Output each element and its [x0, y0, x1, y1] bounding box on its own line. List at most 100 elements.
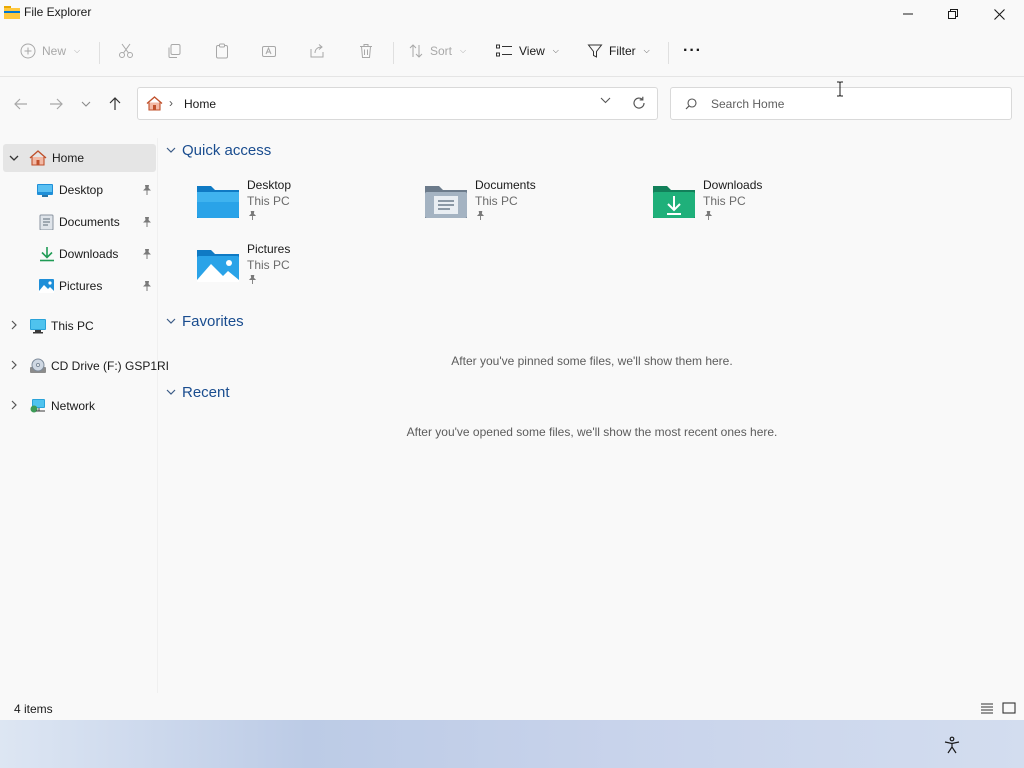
paste-icon — [216, 43, 228, 59]
quick-access-item-downloads[interactable]: Downloads This PC — [616, 174, 836, 230]
sidebar-item-documents[interactable]: Documents — [3, 208, 156, 236]
sidebar-item-cd-drive[interactable]: CD Drive (F:) GSP1RI — [3, 352, 169, 380]
title-bar: File Explorer — [0, 0, 1024, 28]
pictures-folder-icon — [197, 250, 239, 282]
delete-icon — [360, 44, 372, 58]
new-plus-icon — [20, 43, 36, 59]
view-button[interactable]: View ⌵ — [496, 38, 559, 64]
favorites-header[interactable]: Favorites — [166, 313, 244, 330]
share-button[interactable] — [309, 38, 325, 64]
sidebar-item-pictures[interactable]: Pictures — [3, 272, 156, 300]
sort-button-label: Sort — [430, 44, 453, 58]
recent-locations-button[interactable] — [74, 92, 98, 116]
accessibility-icon[interactable] — [943, 736, 961, 754]
search-icon — [685, 98, 697, 110]
sidebar-item-desktop[interactable]: Desktop — [3, 176, 156, 204]
sidebar-item-label: Documents — [59, 215, 120, 229]
desktop-folder-icon — [197, 186, 239, 218]
sidebar-item-downloads[interactable]: Downloads — [3, 240, 156, 268]
chevron-down-icon — [166, 318, 176, 324]
download-icon — [40, 247, 54, 262]
back-button[interactable] — [9, 92, 33, 116]
more-options-icon: ··· — [683, 42, 702, 59]
quick-access-item-desktop[interactable]: Desktop This PC — [160, 174, 380, 230]
quick-access-item-documents[interactable]: Documents This PC — [388, 174, 608, 230]
documents-folder-icon — [425, 186, 467, 218]
command-separator — [668, 42, 669, 64]
content-pane: Quick access Desktop This PC Documents T… — [160, 138, 1024, 693]
item-name: Pictures — [247, 242, 291, 256]
minimize-icon — [903, 13, 913, 15]
expanded-chevron-icon[interactable] — [7, 151, 21, 165]
pin-icon — [248, 275, 257, 284]
paste-button[interactable] — [214, 38, 230, 64]
recent-header[interactable]: Recent — [166, 384, 230, 401]
close-button[interactable] — [976, 0, 1022, 28]
sidebar-item-label: CD Drive (F:) GSP1RI — [51, 359, 170, 373]
delete-button[interactable] — [358, 38, 374, 64]
sidebar-item-home[interactable]: Home — [3, 144, 156, 172]
large-icons-view-icon[interactable] — [1001, 700, 1017, 716]
arrow-left-icon — [14, 98, 27, 110]
sidebar-item-label: Network — [51, 399, 96, 413]
item-name: Desktop — [247, 178, 292, 192]
cd-drive-icon — [30, 358, 46, 373]
group-title: Favorites — [182, 313, 244, 330]
search-input[interactable] — [711, 89, 1001, 118]
see-more-button[interactable]: ··· — [683, 38, 702, 64]
minimize-button[interactable] — [885, 0, 931, 28]
restore-button[interactable] — [930, 0, 976, 28]
group-title: Recent — [182, 384, 230, 401]
address-history-chevron-icon[interactable] — [600, 97, 611, 104]
breadcrumb-home[interactable]: Home — [184, 97, 216, 111]
quick-access-item-pictures[interactable]: Pictures This PC — [160, 238, 380, 294]
sidebar-item-this-pc[interactable]: This PC — [3, 312, 156, 340]
breadcrumb-separator: › — [169, 96, 173, 110]
pin-icon — [248, 211, 257, 220]
item-location: This PC — [247, 258, 290, 272]
item-location: This PC — [247, 194, 290, 208]
pin-icon — [143, 185, 151, 195]
command-separator — [99, 42, 100, 64]
collapsed-chevron-icon[interactable] — [7, 319, 21, 333]
forward-button[interactable] — [44, 92, 68, 116]
up-button[interactable] — [103, 92, 127, 116]
text-cursor-icon — [837, 81, 843, 97]
arrow-right-icon — [50, 98, 63, 110]
new-button[interactable]: New ⌵ — [20, 38, 80, 64]
desktop-icon — [37, 184, 53, 197]
copy-button[interactable] — [166, 38, 182, 64]
window-title: File Explorer — [24, 5, 92, 19]
copy-icon — [168, 44, 181, 58]
sidebar-item-network[interactable]: Network — [3, 392, 156, 420]
sort-button[interactable]: Sort ⌵ — [408, 38, 466, 64]
document-icon — [39, 214, 54, 230]
desktop-background — [0, 720, 1024, 768]
home-icon — [29, 150, 47, 166]
chevron-down-icon: ⌵ — [643, 46, 650, 55]
chevron-down-icon — [81, 101, 91, 107]
refresh-icon[interactable] — [632, 96, 646, 110]
address-bar[interactable]: › Home — [137, 87, 658, 120]
downloads-folder-icon — [653, 186, 695, 218]
filter-icon — [587, 44, 603, 58]
collapsed-chevron-icon[interactable] — [7, 359, 21, 373]
rename-icon — [262, 46, 276, 57]
view-layout-icon — [496, 44, 512, 57]
share-icon — [310, 44, 324, 58]
item-name: Downloads — [703, 178, 763, 192]
computer-icon — [30, 319, 46, 334]
collapsed-chevron-icon[interactable] — [7, 399, 21, 413]
details-view-icon[interactable] — [979, 700, 995, 716]
navigation-pane-divider — [157, 138, 158, 693]
rename-button[interactable] — [261, 38, 277, 64]
navigation-row: › Home — [0, 77, 1024, 131]
close-icon — [993, 8, 1005, 20]
filter-button[interactable]: Filter ⌵ — [587, 38, 650, 64]
quick-access-header[interactable]: Quick access — [166, 142, 271, 159]
sidebar-item-label: Pictures — [59, 279, 103, 293]
cut-button[interactable] — [118, 38, 134, 64]
new-button-label: New — [42, 44, 67, 58]
item-location: This PC — [703, 194, 746, 208]
sidebar-item-label: Home — [52, 151, 85, 165]
